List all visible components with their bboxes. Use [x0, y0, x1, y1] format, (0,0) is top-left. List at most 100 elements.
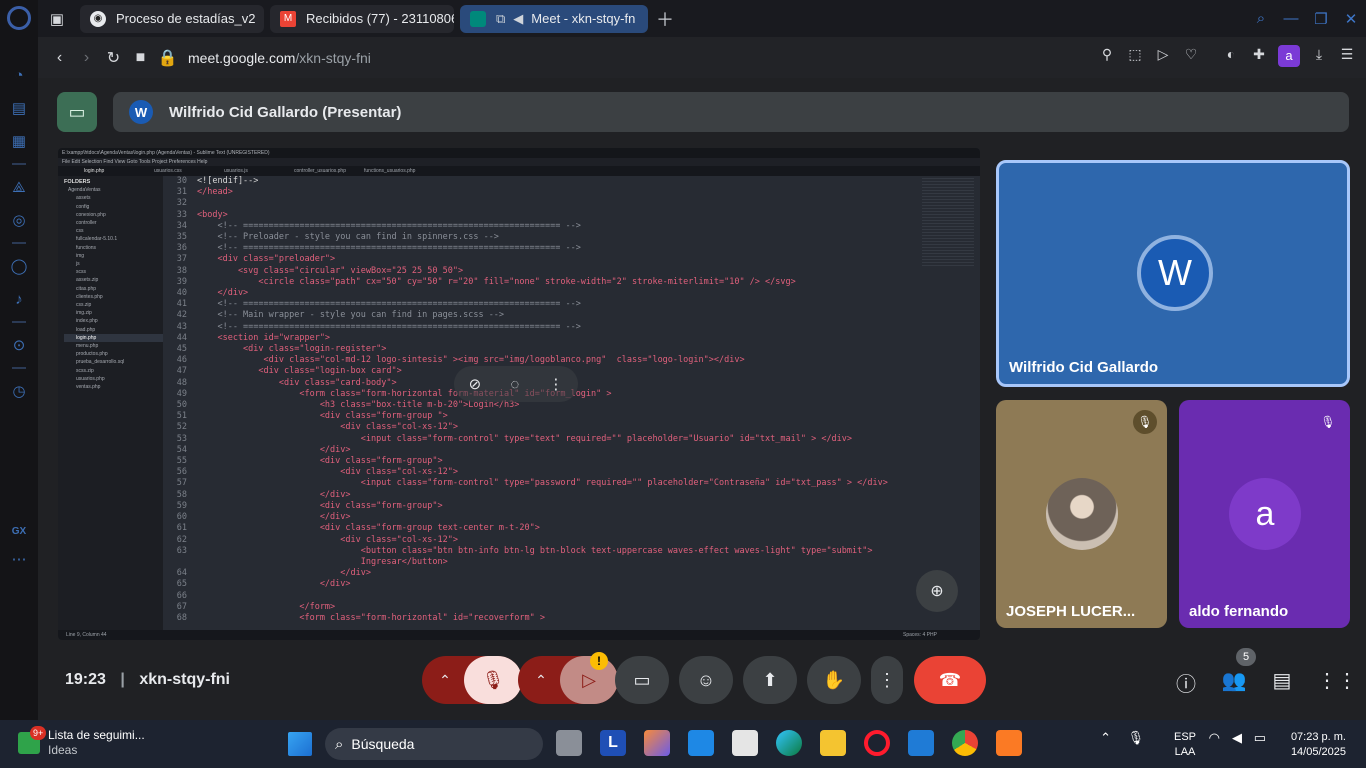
opera-gx-icon[interactable]: [864, 730, 890, 756]
line-number: 47: [176, 366, 187, 377]
tab-proceso[interactable]: ◉ Proceso de estadías_v2: [80, 4, 264, 33]
gx-label[interactable]: GX: [8, 520, 30, 542]
opera-logo-icon[interactable]: [7, 6, 31, 30]
file-explorer-icon[interactable]: [820, 730, 846, 756]
folder-tree-item: css.zip: [76, 302, 92, 309]
mic-options-chevron-icon[interactable]: ⌃: [422, 672, 468, 689]
more-options-button[interactable]: ⋮: [871, 656, 903, 704]
taskbar-search[interactable]: ⌕ Búsqueda: [325, 728, 543, 760]
tray-chevron-icon[interactable]: ⌃: [1100, 730, 1111, 745]
xampp-icon[interactable]: [996, 730, 1022, 756]
speed-dial-icon[interactable]: ◔: [8, 64, 30, 86]
download-icon[interactable]: ⤓: [1310, 46, 1328, 66]
l-app-icon[interactable]: L: [600, 730, 626, 756]
editor-title: E:\xampp\htdocs\AgendaVentas\login.php (…: [62, 150, 270, 156]
tab-meet[interactable]: ⧉ ◀ Meet - xkn-stqy-fn: [460, 4, 648, 33]
twitch-icon[interactable]: ⟁: [8, 176, 30, 198]
tab-gmail[interactable]: M Recibidos (77) - 23110806: [270, 4, 454, 33]
tab-menu-icon[interactable]: ▣: [46, 8, 68, 30]
code-text: <circle class="path" cx="50" cy="50" r="…: [197, 276, 796, 287]
back-icon[interactable]: ‹: [46, 49, 73, 67]
search-tabs-icon[interactable]: ⌕: [1246, 10, 1276, 27]
pip-icon[interactable]: ⧉: [496, 11, 505, 27]
hide-icon[interactable]: ◌: [510, 376, 519, 393]
activities-icon[interactable]: ⋮⋮: [1317, 668, 1357, 694]
pin-icon[interactable]: ⚲: [1098, 46, 1116, 66]
participant-tile-aldo[interactable]: 🎙 a aldo fernando: [1179, 400, 1350, 628]
heart-icon[interactable]: ♡: [1182, 46, 1200, 66]
reload-icon[interactable]: ↻: [100, 48, 127, 68]
code-text: <!-- ===================================…: [197, 299, 581, 310]
url-field[interactable]: meet.google.com/xkn-stqy-fni: [188, 50, 371, 66]
windows-start-icon[interactable]: [288, 732, 312, 756]
code-text: <form class="form-horizontal" id="recove…: [197, 612, 545, 623]
new-tab-icon[interactable]: ＋: [656, 6, 674, 32]
battery-icon[interactable]: ▭: [1254, 730, 1266, 745]
forward-icon[interactable]: ›: [73, 49, 100, 67]
more-icon[interactable]: ⋯: [8, 548, 30, 570]
camera-options-chevron-icon[interactable]: ⌃: [518, 672, 564, 689]
vscode-icon[interactable]: [908, 730, 934, 756]
menu-icon[interactable]: ☰: [1338, 46, 1356, 66]
send-icon[interactable]: ▷: [1154, 46, 1172, 66]
maximize-icon[interactable]: ❐: [1306, 10, 1336, 28]
app-icon[interactable]: [688, 730, 714, 756]
code-line: 62 <div class="col-xs-12">: [163, 535, 975, 546]
line-number: 37: [176, 254, 187, 265]
chat-icon[interactable]: ▤: [1269, 668, 1295, 694]
player-icon[interactable]: ⊙: [8, 334, 30, 356]
mic-off-button[interactable]: 🎙: [464, 656, 522, 704]
end-call-button[interactable]: ☎: [914, 656, 986, 704]
wifi-icon[interactable]: ◠: [1209, 730, 1220, 745]
code-line: 30 <![endif]-->: [163, 176, 975, 187]
news-widget[interactable]: 9+ Lista de seguimi... Ideas: [18, 726, 145, 758]
vpn-icon[interactable]: ◐: [1222, 46, 1240, 66]
history-icon[interactable]: ◷: [8, 380, 30, 402]
close-icon[interactable]: ✕: [1336, 10, 1366, 28]
news-icon[interactable]: ▦: [8, 130, 30, 152]
discord-icon[interactable]: ◎: [8, 209, 30, 231]
extensions-icon[interactable]: ✚: [1250, 46, 1268, 66]
copilot-icon[interactable]: [644, 730, 670, 756]
captions-button[interactable]: ▭: [615, 656, 669, 704]
warning-badge: !: [590, 652, 608, 670]
folder-tree-item: prueba_desarrollo.sql: [76, 359, 125, 366]
unpin-icon[interactable]: ⊘: [469, 375, 482, 393]
editor-tab: usuarios.css: [154, 168, 182, 174]
language-indicator[interactable]: ESP LAA: [1174, 730, 1196, 760]
code-line: 63 <button class="btn btn-info btn-lg bt…: [163, 546, 975, 557]
code-text: </div>: [197, 579, 351, 590]
edge-icon[interactable]: [776, 730, 802, 756]
raise-hand-button[interactable]: ✋: [807, 656, 861, 704]
code-text: <div class="form-group">: [197, 456, 443, 467]
chrome-icon[interactable]: [952, 730, 978, 756]
tiktok-icon[interactable]: ♪: [8, 288, 30, 310]
task-view-icon[interactable]: [556, 730, 582, 756]
emoji-button[interactable]: ☺: [679, 656, 733, 704]
presentation-icon[interactable]: ▭: [57, 92, 97, 132]
bag-icon[interactable]: ▤: [8, 97, 30, 119]
minimize-icon[interactable]: —: [1276, 10, 1306, 27]
volume-icon[interactable]: ◀: [1232, 730, 1242, 745]
camera-off-button[interactable]: ▷: [560, 656, 618, 704]
present-button[interactable]: ⬆: [743, 656, 797, 704]
messenger-icon[interactable]: ◯: [8, 255, 30, 277]
snapshot-icon[interactable]: ⬚: [1126, 46, 1144, 66]
participant-tile-joseph[interactable]: 🎙 JOSEPH LUCER...: [996, 400, 1167, 628]
code-text: <div class="login-box card">: [197, 366, 402, 377]
clock[interactable]: 07:23 p. m. 14/05/2025: [1291, 730, 1346, 760]
speaker-icon[interactable]: ◀: [513, 11, 523, 27]
profile-avatar[interactable]: a: [1278, 45, 1300, 67]
more-options-icon[interactable]: ⋮: [548, 375, 563, 393]
code-line: 31 </head>: [163, 187, 975, 198]
lock-icon[interactable]: 🔒: [154, 48, 181, 68]
mic-icon[interactable]: 🎙: [1127, 730, 1144, 745]
participant-tile-main[interactable]: W Wilfrido Cid Gallardo: [996, 160, 1350, 387]
line-number: 58: [176, 489, 187, 500]
code-text: <!-- ===================================…: [197, 321, 581, 332]
camera-icon[interactable]: ■: [127, 49, 154, 67]
people-icon[interactable]: 👥: [1221, 668, 1247, 694]
store-icon[interactable]: [732, 730, 758, 756]
zoom-icon[interactable]: ⊕: [916, 570, 958, 612]
info-icon[interactable]: ⓘ: [1173, 668, 1199, 696]
